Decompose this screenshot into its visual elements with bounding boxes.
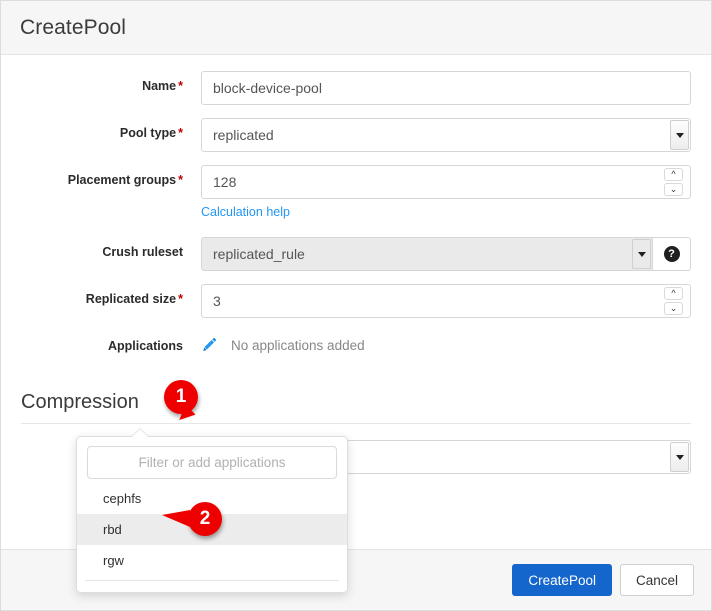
label-name-text: Name — [142, 79, 177, 93]
form-row-pool-type: Pool type * replicated — [21, 118, 691, 152]
stepper-down-icon[interactable]: ⌄ — [664, 302, 683, 315]
compression-heading: Compression — [21, 391, 139, 413]
label-applications: Applications — [21, 331, 201, 353]
label-crush-ruleset-text: Crush ruleset — [102, 245, 183, 259]
calculation-help-link[interactable]: Calculation help — [201, 205, 290, 219]
form-row-crush-ruleset: Crush ruleset replicated_rule ? — [21, 237, 691, 271]
stepper-down-icon[interactable]: ⌄ — [664, 183, 683, 196]
required-asterisk: * — [178, 126, 183, 140]
pencil-icon[interactable] — [201, 337, 217, 353]
stepper-up-icon[interactable]: ^ — [664, 287, 683, 300]
field-replicated-size-wrap: ^ ⌄ — [201, 284, 691, 318]
label-replicated-size: Replicated size * — [21, 284, 201, 306]
stepper-up-icon[interactable]: ^ — [664, 168, 683, 181]
create-pool-submit-button[interactable]: CreatePool — [512, 564, 612, 596]
label-placement-groups-text: Placement groups — [67, 173, 177, 187]
replicated-size-stepper[interactable]: ^ ⌄ — [664, 287, 683, 315]
label-replicated-size-text: Replicated size — [85, 292, 177, 306]
section-divider — [21, 423, 691, 424]
form-row-applications: Applications No applications added — [21, 331, 691, 365]
list-item-rbd[interactable]: rbd — [77, 514, 347, 545]
cancel-button[interactable]: Cancel — [619, 564, 694, 596]
label-applications-text: Applications — [107, 339, 183, 353]
list-item-cephfs[interactable]: cephfs — [77, 483, 347, 514]
placement-groups-input[interactable] — [201, 165, 691, 199]
applications-empty-text: No applications added — [231, 337, 365, 353]
form-row-placement-groups: Placement groups* ^ ⌄ Calculation help — [21, 165, 691, 221]
crush-ruleset-help-button[interactable]: ? — [653, 237, 691, 271]
form-row-replicated-size: Replicated size* ^ ⌄ — [21, 284, 691, 318]
list-item-rgw[interactable]: rgw — [77, 545, 347, 576]
popover-footer-divider — [85, 580, 339, 588]
field-pool-type-wrap: replicated — [201, 118, 691, 152]
label-placement-groups: Placement groups * — [21, 165, 201, 187]
label-pool-type: Pool type * — [21, 118, 201, 140]
required-asterisk: * — [178, 79, 183, 93]
crush-ruleset-select[interactable]: replicated_rule — [201, 237, 653, 271]
crush-ruleset-select-wrap: replicated_rule — [201, 237, 653, 271]
dialog-header: CreatePool — [1, 1, 711, 55]
applications-filter-input[interactable] — [87, 446, 337, 479]
replicated-size-input[interactable] — [201, 284, 691, 318]
field-crush-ruleset-wrap: replicated_rule ? — [201, 237, 691, 271]
label-name: Name * — [21, 71, 201, 93]
label-crush-ruleset: Crush ruleset — [21, 237, 201, 259]
placement-groups-stepper[interactable]: ^ ⌄ — [664, 168, 683, 196]
field-name-wrap — [201, 71, 691, 105]
applications-popover: cephfs rbd rgw — [76, 428, 348, 593]
pool-type-select[interactable]: replicated — [201, 118, 691, 152]
required-asterisk: * — [178, 173, 183, 187]
dialog-title: CreatePool — [20, 15, 127, 39]
question-mark-icon: ? — [663, 246, 680, 262]
label-pool-type-text: Pool type — [119, 126, 177, 140]
popover-arrow — [132, 429, 148, 437]
field-placement-groups-wrap: ^ ⌄ Calculation help — [201, 165, 691, 221]
required-asterisk: * — [178, 292, 183, 306]
applications-list: cephfs rbd rgw — [77, 483, 347, 576]
field-applications-wrap: No applications added — [201, 331, 691, 353]
name-input[interactable] — [201, 71, 691, 105]
dialog-body: Name* Pool type* replicated Placement gr… — [1, 55, 711, 593]
form-row-name: Name * — [21, 71, 691, 105]
create-pool-dialog: CreatePool Name* Pool type* replicated — [0, 0, 712, 611]
